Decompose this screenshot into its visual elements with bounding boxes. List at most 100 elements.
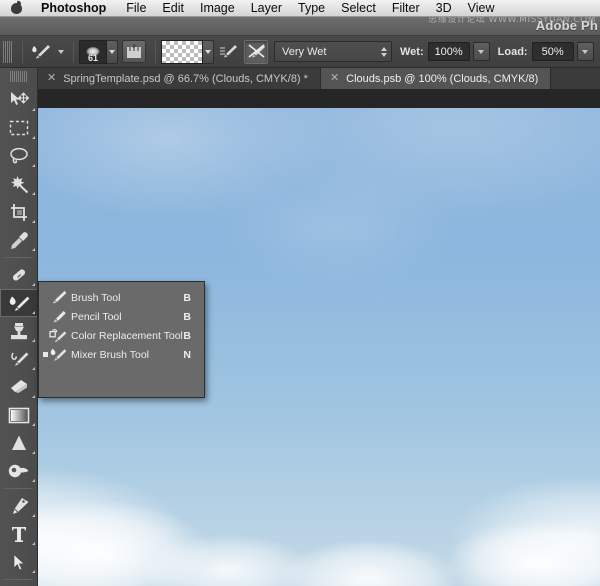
flyout-indicator-icon bbox=[32, 479, 35, 482]
flyout-item-label: Color Replacement Tool bbox=[69, 330, 183, 342]
close-icon[interactable]: ✕ bbox=[330, 73, 339, 84]
brush-tool-icon bbox=[47, 289, 69, 306]
menu-item-layer[interactable]: Layer bbox=[243, 0, 290, 16]
flyout-item-color-replacement-tool[interactable]: Color Replacement Tool B bbox=[39, 326, 204, 345]
menu-item-type[interactable]: Type bbox=[290, 0, 333, 16]
menu-item-image[interactable]: Image bbox=[192, 0, 243, 16]
load-label: Load: bbox=[498, 46, 528, 58]
flyout-indicator-icon bbox=[32, 395, 35, 398]
flyout-indicator-icon bbox=[32, 514, 35, 517]
flyout-item-mixer-brush-tool[interactable]: Mixer Brush Tool N bbox=[39, 345, 204, 364]
flyout-indicator-icon bbox=[32, 108, 35, 111]
divider bbox=[22, 41, 23, 63]
eyedropper-tool[interactable] bbox=[0, 226, 38, 254]
load-chevron-down-icon[interactable] bbox=[577, 42, 594, 61]
wet-input[interactable]: 100% bbox=[428, 42, 470, 61]
close-icon[interactable]: ✕ bbox=[47, 73, 56, 84]
flyout-item-label: Mixer Brush Tool bbox=[69, 349, 183, 361]
flyout-indicator-icon bbox=[32, 136, 35, 139]
divider bbox=[4, 579, 33, 580]
flyout-indicator-icon bbox=[32, 423, 35, 426]
wetness-preset-select[interactable]: Very Wet bbox=[274, 41, 392, 62]
divider bbox=[73, 41, 74, 63]
flyout-item-pencil-tool[interactable]: Pencil Tool B bbox=[39, 307, 204, 326]
drag-grip-icon[interactable] bbox=[10, 71, 28, 82]
wetness-preset-value: Very Wet bbox=[282, 46, 326, 58]
flyout-indicator-icon bbox=[32, 570, 35, 573]
document-tab-clouds[interactable]: ✕ Clouds.psb @ 100% (Clouds, CMYK/8) bbox=[321, 68, 551, 89]
menu-item-view[interactable]: View bbox=[460, 0, 503, 16]
menu-item-file[interactable]: File bbox=[118, 0, 154, 16]
flyout-indicator-icon bbox=[32, 339, 35, 342]
brush-panel-icon[interactable] bbox=[122, 40, 146, 63]
stepper-arrows-icon[interactable] bbox=[381, 47, 387, 57]
wet-label: Wet: bbox=[400, 46, 424, 58]
brush-size-value: 61 bbox=[80, 53, 106, 63]
color-replacement-tool-icon bbox=[47, 327, 69, 344]
apple-logo-icon[interactable] bbox=[10, 1, 23, 16]
flyout-indicator-icon bbox=[32, 248, 35, 251]
document-tab-springtemplate[interactable]: ✕ SpringTemplate.psd @ 66.7% (Clouds, CM… bbox=[38, 68, 321, 89]
move-tool[interactable] bbox=[0, 86, 38, 114]
dodge-tool[interactable] bbox=[0, 457, 38, 485]
flyout-indicator-icon bbox=[32, 311, 35, 314]
tool-preset-chevron-down-icon[interactable] bbox=[58, 50, 64, 54]
flyout-item-brush-tool[interactable]: Brush Tool B bbox=[39, 288, 204, 307]
flyout-indicator-icon bbox=[32, 220, 35, 223]
gradient-tool[interactable] bbox=[0, 401, 38, 429]
history-brush-tool[interactable] bbox=[0, 345, 38, 373]
clone-stamp-tool[interactable] bbox=[0, 317, 38, 345]
load-brush-after-stroke-icon[interactable] bbox=[216, 40, 240, 64]
blur-tool[interactable] bbox=[0, 429, 38, 457]
rectangular-marquee-tool[interactable] bbox=[0, 114, 38, 142]
os-menu-bar: Photoshop File Edit Image Layer Type Sel… bbox=[0, 0, 600, 17]
type-tool[interactable] bbox=[0, 520, 38, 548]
pen-tool[interactable] bbox=[0, 492, 38, 520]
lasso-tool[interactable] bbox=[0, 142, 38, 170]
menu-item-3d[interactable]: 3D bbox=[428, 0, 460, 16]
magic-wand-tool[interactable] bbox=[0, 170, 38, 198]
document-tab-bar: ✕ SpringTemplate.psd @ 66.7% (Clouds, CM… bbox=[38, 68, 600, 90]
divider bbox=[4, 257, 33, 258]
crop-tool[interactable] bbox=[0, 198, 38, 226]
brush-load-chevron-down-icon[interactable] bbox=[203, 40, 214, 64]
flyout-item-label: Pencil Tool bbox=[69, 311, 183, 323]
menu-item-select[interactable]: Select bbox=[333, 0, 384, 16]
clean-brush-after-stroke-icon[interactable] bbox=[244, 40, 268, 64]
flyout-item-shortcut: B bbox=[183, 311, 204, 323]
menu-item-filter[interactable]: Filter bbox=[384, 0, 428, 16]
mixer-brush-icon[interactable] bbox=[28, 40, 54, 64]
flyout-indicator-icon bbox=[32, 164, 35, 167]
load-input[interactable]: 50% bbox=[532, 42, 574, 61]
brush-tool-flyout-menu[interactable]: Brush Tool B Pencil Tool B bbox=[38, 281, 205, 398]
checked-indicator-icon bbox=[43, 352, 48, 357]
brush-preset-chevron-down-icon[interactable] bbox=[107, 40, 118, 64]
spot-healing-brush-tool[interactable] bbox=[0, 261, 38, 289]
flyout-indicator-icon bbox=[32, 542, 35, 545]
application-title: Adobe Ph bbox=[536, 18, 598, 33]
tools-panel bbox=[0, 68, 38, 586]
options-bar-grip-icon[interactable] bbox=[3, 41, 12, 63]
mixer-brush-tool-icon bbox=[47, 346, 69, 363]
document-tab-title: SpringTemplate.psd @ 66.7% (Clouds, CMYK… bbox=[63, 73, 308, 85]
mixer-brush-tool[interactable] bbox=[0, 289, 38, 317]
brush-preset-picker[interactable]: 61 bbox=[79, 40, 107, 64]
flyout-item-shortcut: B bbox=[183, 330, 204, 342]
eraser-tool[interactable] bbox=[0, 373, 38, 401]
flyout-indicator-icon bbox=[32, 192, 35, 195]
flyout-indicator-icon bbox=[32, 451, 35, 454]
menu-item-edit[interactable]: Edit bbox=[154, 0, 192, 16]
pencil-tool-icon bbox=[47, 308, 69, 325]
flyout-item-shortcut: N bbox=[183, 349, 204, 361]
menu-item-photoshop[interactable]: Photoshop bbox=[33, 0, 118, 16]
flyout-indicator-icon bbox=[32, 367, 35, 370]
current-brush-load-swatch[interactable] bbox=[161, 40, 203, 64]
divider bbox=[4, 488, 33, 489]
wet-chevron-down-icon[interactable] bbox=[473, 42, 490, 61]
tool-options-bar: 61 Very bbox=[0, 36, 600, 68]
application-title-bar: 思缘设计论坛 WWW.MISSYUAN.COM Adobe Ph bbox=[0, 17, 600, 36]
flyout-indicator-icon bbox=[32, 283, 35, 286]
document-tab-title: Clouds.psb @ 100% (Clouds, CMYK/8) bbox=[346, 73, 538, 85]
path-selection-tool[interactable] bbox=[0, 548, 38, 576]
flyout-item-shortcut: B bbox=[183, 292, 204, 304]
